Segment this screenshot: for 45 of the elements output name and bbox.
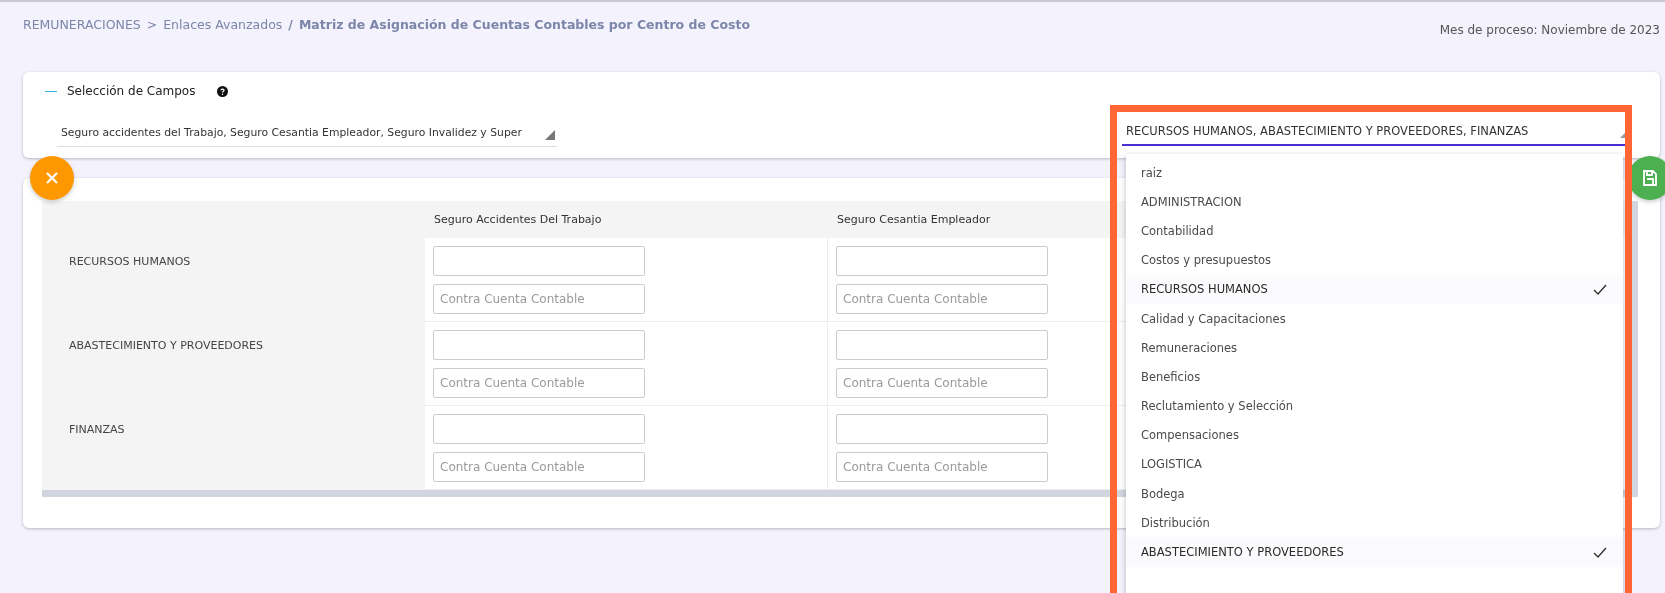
help-icon[interactable] [217,85,228,97]
dropdown-option[interactable]: Compensaciones [1126,420,1623,450]
dropdown-option[interactable]: Costos y presupuestos [1126,245,1623,275]
check-icon [1593,546,1607,558]
cost-center-name: RECURSOS HUMANOS [69,255,191,268]
account-input[interactable] [836,246,1048,276]
column-header: Seguro Cesantia Empleador [836,213,991,226]
account-input[interactable] [836,414,1048,444]
counter-account-input[interactable]: Contra Cuenta Contable [433,368,645,398]
cost-center-name: FINANZAS [69,423,125,436]
dropdown-option[interactable]: Reclutamiento y Selección [1126,391,1623,421]
dropdown-option[interactable]: raiz [1126,158,1623,188]
fields-select[interactable]: Seguro accidentes del Trabajo, Seguro Cesantia Empleador, Seguro Invalidez y Super [57,119,557,147]
save-icon [1641,169,1659,187]
dropdown-option[interactable]: Bodega [1126,479,1623,509]
check-icon [1593,283,1607,295]
account-input[interactable] [433,414,645,444]
cost-center-name: ABASTECIMIENTO Y PROVEEDORES [69,339,264,352]
counter-account-input[interactable]: Contra Cuenta Contable [433,284,645,314]
breadcrumb-separator: > [146,17,158,32]
dropdown-option[interactable]: RECURSOS HUMANOS [1126,274,1623,304]
account-input[interactable] [433,330,645,360]
dropdown-option[interactable]: Remuneraciones [1126,333,1623,363]
dropdown-option[interactable]: LOGISTICA [1126,449,1623,480]
page-title: Matriz de Asignación de Cuentas Contables por Centro de Costo [298,17,751,32]
counter-account-input[interactable]: Contra Cuenta Contable [836,368,1048,398]
counter-account-input[interactable]: Contra Cuenta Contable [433,452,645,482]
account-input[interactable] [433,246,645,276]
dropdown-option[interactable]: Distribución [1126,508,1623,538]
dropdown-option[interactable]: ADMINISTRACION [1126,187,1623,217]
dropdown-option[interactable]: Calidad y Capacitaciones [1126,303,1623,334]
process-month: Mes de proceso: Noviembre de 2023 [1439,23,1660,37]
column-header: Seguro Accidentes Del Trabajo [433,213,602,226]
cost-center-select[interactable]: RECURSOS HUMANOS, ABASTECIMIENTO Y PROVEEDORES, FINANZAS [1122,118,1625,146]
account-input[interactable] [836,330,1048,360]
dropdown-option[interactable]: ABASTECIMIENTO Y PROVEEDORES [1126,537,1623,567]
counter-account-input[interactable]: Contra Cuenta Contable [836,284,1048,314]
close-icon [45,171,59,185]
dropdown-option[interactable]: Beneficios [1126,362,1623,392]
counter-account-input[interactable]: Contra Cuenta Contable [836,452,1048,482]
caret-icon [545,130,555,140]
close-button[interactable] [30,156,74,200]
dropdown-option[interactable]: Contabilidad [1126,216,1623,246]
breadcrumb-separator: / [288,17,293,32]
panel-title: Selección de Campos [67,84,197,98]
